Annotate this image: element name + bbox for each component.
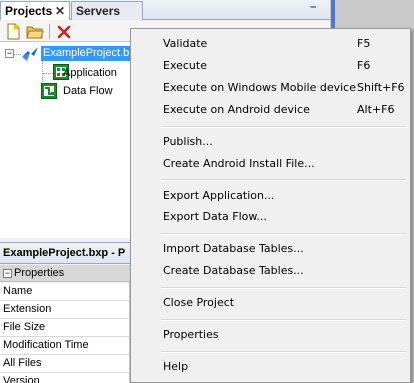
- data-flow-icon: [41, 83, 57, 99]
- property-row-version[interactable]: Version: [0, 373, 130, 383]
- menu-item-properties[interactable]: Properties: [133, 324, 408, 346]
- menu-item-shortcut: Shift+F6: [357, 81, 405, 94]
- menu-item-label: Properties: [163, 328, 219, 341]
- menu-item-create-database-tables[interactable]: Create Database Tables...: [133, 260, 408, 282]
- tree-item-application[interactable]: Application: [63, 64, 117, 82]
- property-row-all-files[interactable]: All Files: [0, 355, 130, 373]
- menu-separator: [161, 287, 406, 289]
- menu-item-label: Close Project: [163, 296, 235, 309]
- menu-item-label: Export Data Flow...: [163, 210, 267, 223]
- editor-accent-strip: [331, 0, 335, 30]
- menu-item-label: Create Database Tables...: [163, 264, 304, 277]
- properties-section-label: Properties: [14, 267, 65, 279]
- menu-item-publish[interactable]: Publish...: [133, 131, 408, 153]
- menu-item-label: Export Application...: [163, 189, 275, 202]
- menu-item-shortcut: F6: [357, 59, 371, 72]
- menu-item-validate[interactable]: Validate F5: [133, 33, 408, 55]
- menu-item-export-data-flow[interactable]: Export Data Flow...: [133, 206, 408, 228]
- context-menu: Validate F5 Execute F6 Execute on Window…: [130, 28, 411, 383]
- open-project-button[interactable]: [26, 23, 44, 40]
- menu-item-label: Execute: [163, 59, 207, 72]
- menu-item-create-android-install[interactable]: Create Android Install File...: [133, 153, 408, 175]
- project-icon: [20, 45, 40, 63]
- tree-item-project[interactable]: ExampleProject.b: [41, 46, 131, 61]
- menu-item-label: Publish...: [163, 135, 213, 148]
- delete-icon: [57, 25, 71, 39]
- menu-separator: [161, 233, 406, 235]
- property-row-extension[interactable]: Extension: [0, 301, 130, 319]
- menu-item-label: Create Android Install File...: [163, 157, 315, 170]
- tab-projects-label: Projects: [5, 4, 53, 18]
- menu-separator: [161, 351, 406, 353]
- minimize-button[interactable]: –: [306, 2, 320, 17]
- properties-section-header[interactable]: − Properties: [0, 265, 130, 282]
- collapse-icon[interactable]: −: [3, 269, 12, 278]
- tab-servers-label: Servers: [76, 4, 121, 18]
- new-project-button[interactable]: [4, 23, 22, 40]
- delete-button[interactable]: [55, 23, 73, 40]
- menu-item-execute-android[interactable]: Execute on Android device Alt+F6: [133, 99, 408, 121]
- tab-projects[interactable]: Projects ✕: [0, 1, 70, 20]
- menu-item-shortcut: F5: [357, 37, 371, 50]
- panel-tab-bar: Projects ✕ Servers –: [0, 0, 330, 20]
- menu-item-execute-windows-mobile[interactable]: Execute on Windows Mobile device Shift+F…: [133, 77, 408, 99]
- menu-item-export-application[interactable]: Export Application...: [133, 185, 408, 207]
- menu-item-label: Execute on Windows Mobile device: [163, 81, 356, 94]
- menu-item-label: Execute on Android device: [163, 103, 310, 116]
- tree-connector: [43, 73, 53, 74]
- menu-item-close-project[interactable]: Close Project: [133, 292, 408, 314]
- menu-separator: [161, 179, 406, 181]
- menu-separator: [161, 319, 406, 321]
- menu-item-label: Validate: [163, 37, 208, 50]
- tab-servers[interactable]: Servers: [71, 1, 143, 20]
- menu-item-shortcut: Alt+F6: [357, 103, 395, 116]
- menu-item-help[interactable]: Help: [133, 356, 408, 378]
- menu-item-label: Import Database Tables...: [163, 242, 304, 255]
- property-row-modification-time[interactable]: Modification Time: [0, 337, 130, 355]
- menu-item-label: Help: [163, 360, 189, 373]
- close-icon[interactable]: ✕: [55, 2, 65, 20]
- folder-open-icon: [26, 26, 44, 39]
- menu-item-import-database-tables[interactable]: Import Database Tables...: [133, 238, 408, 260]
- menu-item-execute[interactable]: Execute F6: [133, 55, 408, 77]
- tree-collapse-toggle[interactable]: −: [5, 49, 14, 58]
- property-row-file-size[interactable]: File Size: [0, 319, 130, 337]
- property-row-name[interactable]: Name: [0, 283, 130, 301]
- new-file-icon: [7, 23, 20, 40]
- tree-item-data-flow[interactable]: Data Flow: [63, 82, 113, 100]
- toolbar-separator: [49, 24, 50, 39]
- menu-separator: [161, 126, 406, 128]
